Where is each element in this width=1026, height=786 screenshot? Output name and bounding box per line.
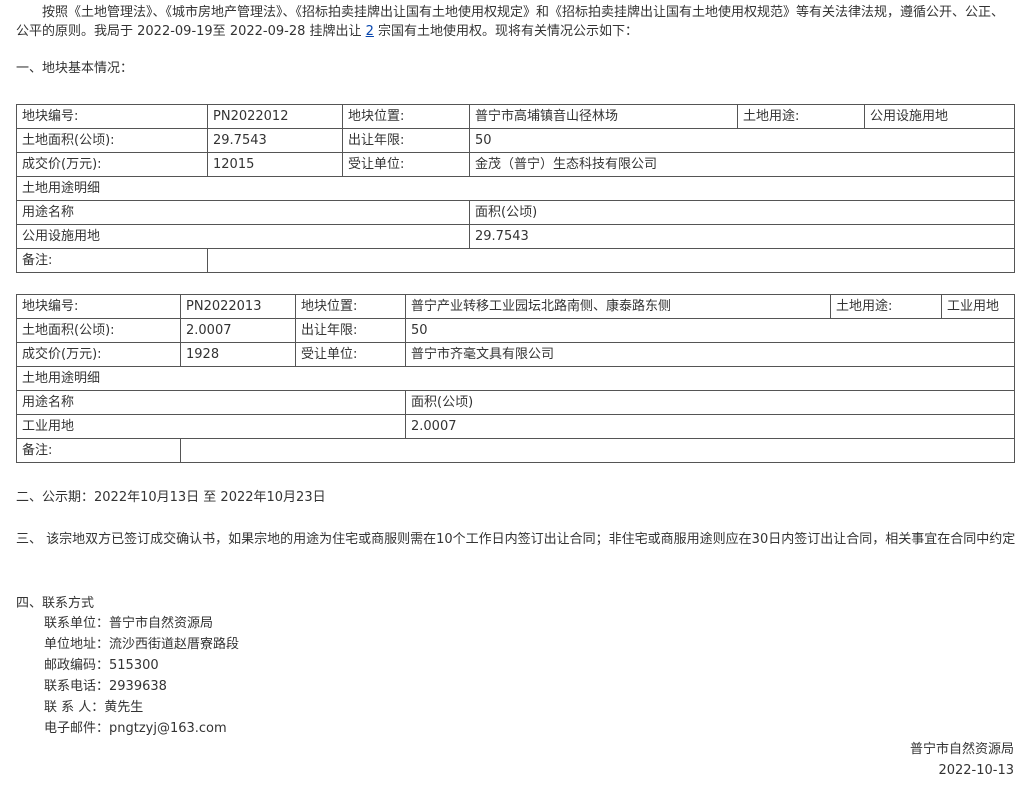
use-area-header: 面积(公顷) <box>469 200 1015 225</box>
table-row: 成交价(万元): 1928 受让单位: 普宁市齐毫文具有限公司 <box>16 342 1015 367</box>
signature-date: 2022-10-13 <box>938 763 1014 778</box>
use-detail-heading: 土地用途明细 <box>16 176 1015 201</box>
contact-postcode: 邮政编码：515300 <box>44 658 159 673</box>
use-label: 土地用途: <box>737 104 865 129</box>
detail-use-value: 工业用地 <box>16 414 406 439</box>
remark-label: 备注: <box>16 438 181 463</box>
table-row: 工业用地 2.0007 <box>16 414 1015 439</box>
contact-unit: 联系单位：普宁市自然资源局 <box>44 616 214 631</box>
use-label: 土地用途: <box>830 294 942 319</box>
price-label: 成交价(万元): <box>16 152 208 177</box>
announcement-page: 按照《土地管理法》、《城市房地产管理法》、《招标拍卖挂牌出让国有土地使用权规定》… <box>0 0 1026 786</box>
use-detail-heading: 土地用途明细 <box>16 366 1015 391</box>
price-label: 成交价(万元): <box>16 342 181 367</box>
contact-block: 联系单位：普宁市自然资源局 单位地址：流沙西街道赵厝寮路段 邮政编码：51530… <box>44 613 239 739</box>
location-label: 地块位置: <box>342 104 470 129</box>
location-value: 普宁市高埔镇音山径林场 <box>469 104 738 129</box>
buyer-value: 金茂（普宁）生态科技有限公司 <box>469 152 1015 177</box>
intro-text-after: 宗国有土地使用权。现将有关情况公示如下： <box>373 24 639 39</box>
term-label: 出让年限: <box>342 128 470 153</box>
use-value: 公用设施用地 <box>864 104 1015 129</box>
signature-org: 普宁市自然资源局 <box>909 742 1014 757</box>
detail-area-value: 2.0007 <box>405 414 1015 439</box>
area-value: 2.0007 <box>180 318 296 343</box>
table-row: 成交价(万元): 12015 受让单位: 金茂（普宁）生态科技有限公司 <box>16 152 1015 177</box>
table-row: 土地面积(公顷): 2.0007 出让年限: 50 <box>16 318 1015 343</box>
term-label: 出让年限: <box>295 318 406 343</box>
plot-no-label: 地块编号: <box>16 294 181 319</box>
section1-title: 一、地块基本情况： <box>16 61 134 76</box>
contact-email: 电子邮件：pngtzyj@163.com <box>44 721 227 736</box>
term-value: 50 <box>405 318 1015 343</box>
table-row: 用途名称 面积(公顷) <box>16 200 1015 225</box>
table-row: 土地面积(公顷): 29.7543 出让年限: 50 <box>16 128 1015 153</box>
location-label: 地块位置: <box>295 294 406 319</box>
plot-table-2: 地块编号: PN2022013 地块位置: 普宁产业转移工业园坛北路南侧、康泰路… <box>16 294 1015 463</box>
table-row: 地块编号: PN2022012 地块位置: 普宁市高埔镇音山径林场 土地用途: … <box>16 104 1015 129</box>
intro-paragraph: 按照《土地管理法》、《城市房地产管理法》、《招标拍卖挂牌出让国有土地使用权规定》… <box>16 3 1016 41</box>
plot-no-value: PN2022012 <box>207 104 343 129</box>
plot-count-link[interactable]: 2 <box>366 24 374 39</box>
table-row: 土地用途明细 <box>16 176 1015 201</box>
publicity-period: 二、公示期：2022年10月13日 至 2022年10月23日 <box>16 490 326 505</box>
detail-area-value: 29.7543 <box>469 224 1015 249</box>
table-row: 地块编号: PN2022013 地块位置: 普宁产业转移工业园坛北路南侧、康泰路… <box>16 294 1015 319</box>
area-value: 29.7543 <box>207 128 343 153</box>
price-value: 12015 <box>207 152 343 177</box>
signature-block: 普宁市自然资源局 2022-10-13 <box>910 739 1014 781</box>
detail-use-value: 公用设施用地 <box>16 224 470 249</box>
table-row: 土地用途明细 <box>16 366 1015 391</box>
area-label: 土地面积(公顷): <box>16 128 208 153</box>
use-name-header: 用途名称 <box>16 200 470 225</box>
plot-no-value: PN2022013 <box>180 294 296 319</box>
contact-title: 四、联系方式 <box>16 596 95 611</box>
table-row: 用途名称 面积(公顷) <box>16 390 1015 415</box>
contact-person: 联 系 人：黄先生 <box>44 700 144 715</box>
remark-value <box>180 438 1015 463</box>
use-area-header: 面积(公顷) <box>405 390 1015 415</box>
contact-address: 单位地址：流沙西街道赵厝寮路段 <box>44 637 240 652</box>
use-value: 工业用地 <box>941 294 1015 319</box>
plot-no-label: 地块编号: <box>16 104 208 129</box>
plot-table-1: 地块编号: PN2022012 地块位置: 普宁市高埔镇音山径林场 土地用途: … <box>16 104 1015 273</box>
price-value: 1928 <box>180 342 296 367</box>
remark-label: 备注: <box>16 248 208 273</box>
table-row: 备注: <box>16 438 1015 463</box>
location-value: 普宁产业转移工业园坛北路南侧、康泰路东侧 <box>405 294 831 319</box>
remark-value <box>207 248 1015 273</box>
buyer-value: 普宁市齐毫文具有限公司 <box>405 342 1015 367</box>
term-value: 50 <box>469 128 1015 153</box>
contract-notice: 三、 该宗地双方已签订成交确认书，如果宗地的用途为住宅或商服则需在10个工作日内… <box>16 532 1016 547</box>
contact-phone: 联系电话：2939638 <box>44 679 167 694</box>
buyer-label: 受让单位: <box>342 152 470 177</box>
use-name-header: 用途名称 <box>16 390 406 415</box>
buyer-label: 受让单位: <box>295 342 406 367</box>
table-row: 公用设施用地 29.7543 <box>16 224 1015 249</box>
area-label: 土地面积(公顷): <box>16 318 181 343</box>
table-row: 备注: <box>16 248 1015 273</box>
